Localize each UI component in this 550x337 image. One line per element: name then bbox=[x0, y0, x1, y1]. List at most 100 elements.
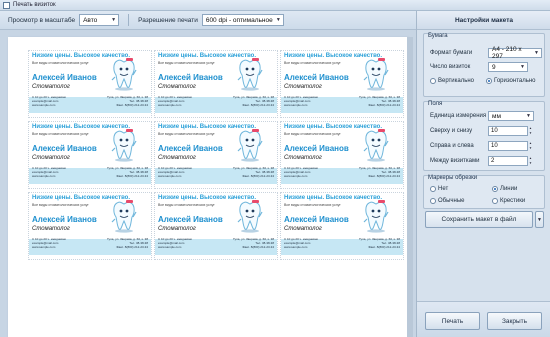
radio-icon bbox=[492, 198, 498, 204]
card-subline: Все виды стоматологических услуг bbox=[32, 132, 89, 136]
card-role: Стоматолог bbox=[158, 226, 196, 232]
markers-none-label: Нет bbox=[438, 186, 449, 192]
card-contact-left: С 10 до 20 ч. ежедневно example@mail.com… bbox=[284, 237, 319, 249]
radio-icon bbox=[430, 198, 436, 204]
app-icon bbox=[3, 1, 10, 9]
card-role: Стоматолог bbox=[32, 84, 70, 90]
radio-icon bbox=[430, 78, 436, 84]
radio-icon bbox=[430, 186, 436, 192]
window-title: Печать визиток bbox=[13, 2, 56, 8]
card-contact-left: С 10 до 20 ч. ежедневно example@mail.com… bbox=[284, 95, 319, 107]
card-contact-left: С 10 до 20 ч. ежедневно example@mail.com… bbox=[32, 95, 67, 107]
print-button[interactable]: Печать bbox=[425, 312, 480, 330]
leftright-row: Справа и слева 10 ▲ ▼ bbox=[430, 141, 532, 151]
preview-toolbar: Просмотр в масштабе Авто ▼ Разрешение пе… bbox=[0, 11, 416, 30]
chevron-down-icon: ▼ bbox=[111, 17, 117, 23]
settings-panel: Настройки макета Бумага Формат бумаги A4… bbox=[416, 11, 550, 337]
card-contact-left: С 10 до 20 ч. ежедневно example@mail.com… bbox=[32, 237, 67, 249]
between-input[interactable]: 2 bbox=[488, 156, 528, 166]
format-select[interactable]: A4 - 210 x 297 ▼ bbox=[488, 46, 542, 60]
horizontal-label: Горизонтально bbox=[494, 78, 536, 84]
resolution-select[interactable]: 600 dpi - оптимальное ▼ bbox=[201, 14, 284, 26]
between-row: Между визитками 2 ▲ ▼ bbox=[430, 156, 532, 166]
markers-none-radio[interactable]: Нет bbox=[430, 186, 492, 192]
save-layout-button[interactable]: Сохранить макет в файл bbox=[425, 211, 533, 228]
scale-value: Авто bbox=[83, 16, 98, 24]
markers-group-title: Маркеры обрезки bbox=[428, 175, 478, 181]
horizontal-radio[interactable]: Горизонтально bbox=[486, 78, 536, 84]
card-role: Стоматолог bbox=[32, 226, 70, 232]
units-row: Единица измерения мм ▼ bbox=[430, 111, 534, 121]
card-contact-right: Тула, ул. Зверева, д. 60, к. 38 Тел. 38-… bbox=[358, 237, 400, 249]
markers-row-1: Нет Линии bbox=[430, 186, 517, 192]
units-select[interactable]: мм ▼ bbox=[488, 111, 534, 121]
radio-selected-icon bbox=[486, 78, 492, 84]
leftright-label: Справа и слева bbox=[430, 143, 474, 149]
markers-group: Маркеры обрезки Нет Линии Обычные Крести… bbox=[423, 175, 545, 209]
topbottom-row: Сверху и снизу 10 ▲ ▼ bbox=[430, 126, 532, 136]
units-label: Единица измерения bbox=[430, 113, 487, 119]
chevron-down-icon: ▼ bbox=[537, 216, 542, 223]
dialog-buttons-bar: Печать Закрыть bbox=[417, 301, 550, 337]
count-select[interactable]: 9 ▼ bbox=[488, 62, 528, 72]
markers-crosses-radio[interactable]: Крестики bbox=[492, 198, 525, 204]
card-contact-left: С 10 до 20 ч. ежедневно example@mail.com… bbox=[158, 166, 193, 178]
vertical-radio[interactable]: Вертикально bbox=[430, 78, 486, 84]
margins-group: Поля Единица измерения мм ▼ Сверху и сни… bbox=[423, 101, 545, 171]
resolution-value: 600 dpi - оптимальное bbox=[205, 16, 273, 24]
count-value: 9 bbox=[492, 63, 496, 71]
markers-lines-radio[interactable]: Линии bbox=[492, 186, 517, 192]
card-name: Алексей Иванов bbox=[32, 144, 97, 153]
card-contact-left: С 10 до 20 ч. ежедневно example@mail.com… bbox=[158, 237, 193, 249]
business-card: Низкие цены. Высокое качество. Все виды с… bbox=[280, 50, 404, 118]
close-button[interactable]: Закрыть bbox=[487, 312, 542, 330]
units-value: мм bbox=[492, 112, 501, 120]
paper-sheet: Низкие цены. Высокое качество. Все виды с… bbox=[8, 37, 408, 337]
leftright-spinner[interactable]: ▲ ▼ bbox=[529, 141, 532, 151]
tooth-mascot-icon bbox=[111, 128, 137, 162]
between-label: Между визитками bbox=[430, 158, 480, 164]
card-contact-left: С 10 до 20 ч. ежедневно example@mail.com… bbox=[158, 95, 193, 107]
business-card: Низкие цены. Высокое качество. Все виды с… bbox=[154, 192, 278, 260]
paper-group: Бумага Формат бумаги A4 - 210 x 297 ▼ Чи… bbox=[423, 33, 545, 97]
topbottom-spinner[interactable]: ▲ ▼ bbox=[529, 126, 532, 136]
count-label: Число визиток bbox=[430, 64, 471, 70]
card-role: Стоматолог bbox=[284, 226, 322, 232]
card-name: Алексей Иванов bbox=[284, 215, 349, 224]
tooth-mascot-icon bbox=[363, 128, 389, 162]
card-contact-right: Тула, ул. Зверева, д. 60, к. 38 Тел. 38-… bbox=[358, 95, 400, 107]
business-card: Низкие цены. Высокое качество. Все виды с… bbox=[154, 50, 278, 118]
card-subline: Все виды стоматологических услуг bbox=[158, 203, 215, 207]
save-options-dropdown[interactable]: ▼ bbox=[535, 211, 544, 228]
business-card: Низкие цены. Высокое качество. Все виды с… bbox=[280, 192, 404, 260]
vertical-label: Вертикально bbox=[438, 78, 475, 84]
chevron-down-icon: ▼ bbox=[534, 50, 539, 56]
preview-area[interactable]: Низкие цены. Высокое качество. Все виды с… bbox=[0, 30, 416, 337]
card-name: Алексей Иванов bbox=[32, 215, 97, 224]
markers-normal-radio[interactable]: Обычные bbox=[430, 198, 492, 204]
tooth-mascot-icon bbox=[363, 57, 389, 91]
card-contact-left: С 10 до 20 ч. ежедневно example@mail.com… bbox=[284, 166, 319, 178]
leftright-input[interactable]: 10 bbox=[488, 141, 528, 151]
card-contact-right: Тула, ул. Зверева, д. 60, к. 38 Тел. 38-… bbox=[232, 95, 274, 107]
scale-select[interactable]: Авто ▼ bbox=[79, 14, 120, 26]
card-contact-right: Тула, ул. Зверева, д. 60, к. 38 Тел. 38-… bbox=[106, 237, 148, 249]
format-value: A4 - 210 x 297 bbox=[492, 46, 522, 60]
between-spinner[interactable]: ▲ ▼ bbox=[529, 156, 532, 166]
business-card: Низкие цены. Высокое качество. Все виды с… bbox=[28, 192, 152, 260]
card-subline: Все виды стоматологических услуг bbox=[284, 61, 341, 65]
spin-down-icon[interactable]: ▼ bbox=[529, 131, 532, 136]
card-role: Стоматолог bbox=[32, 155, 70, 161]
markers-crosses-label: Крестики bbox=[500, 198, 526, 204]
business-card: Низкие цены. Высокое качество. Все виды с… bbox=[280, 121, 404, 189]
card-contact-right: Тула, ул. Зверева, д. 60, к. 38 Тел. 38-… bbox=[106, 166, 148, 178]
topbottom-input[interactable]: 10 bbox=[488, 126, 528, 136]
toolbar-separator bbox=[128, 14, 130, 26]
tooth-mascot-icon bbox=[237, 199, 263, 233]
card-subline: Все виды стоматологических услуг bbox=[32, 203, 89, 207]
radio-selected-icon bbox=[492, 186, 498, 192]
spin-down-icon[interactable]: ▼ bbox=[529, 146, 532, 151]
cards-grid: Низкие цены. Высокое качество. Все виды с… bbox=[28, 50, 404, 260]
preview-scrollbar[interactable] bbox=[407, 37, 413, 337]
spin-down-icon[interactable]: ▼ bbox=[529, 161, 532, 166]
